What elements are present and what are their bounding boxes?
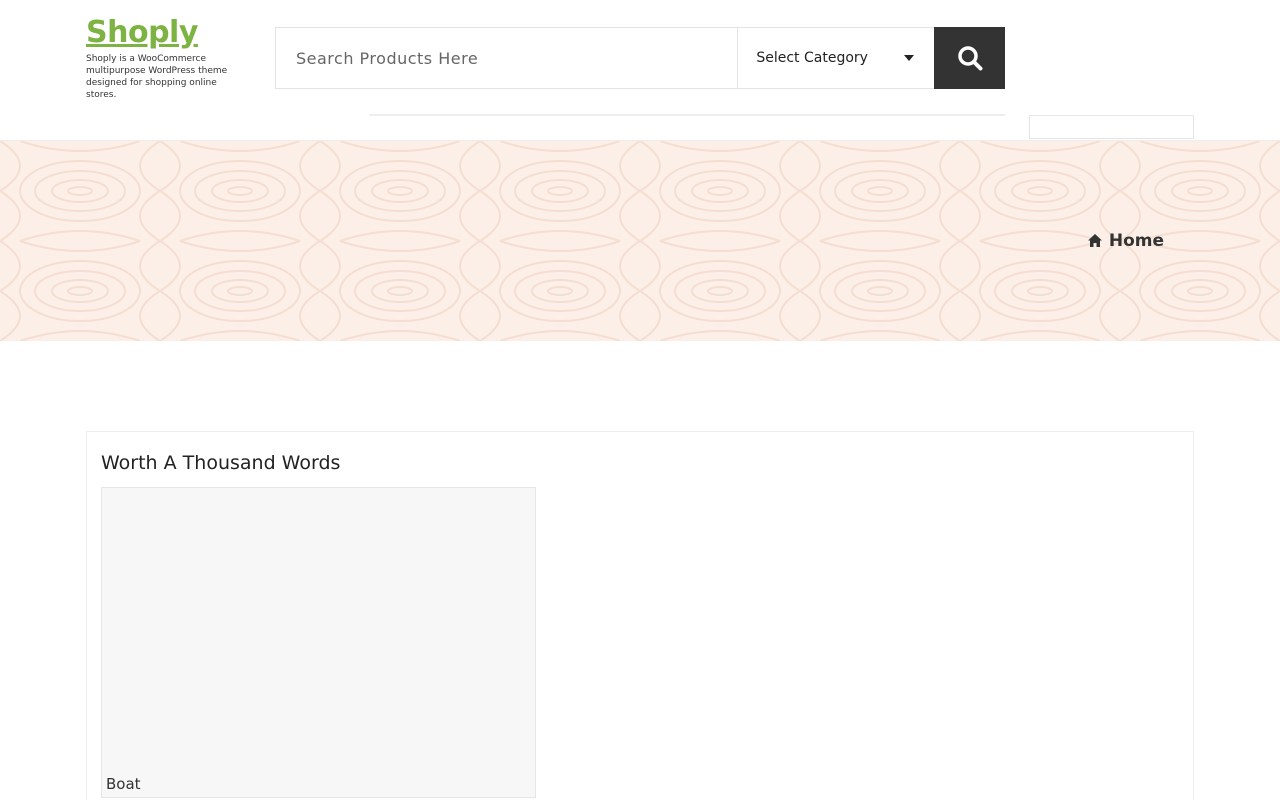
category-select[interactable]: Select Category xyxy=(737,28,934,88)
search-input[interactable] xyxy=(276,28,738,88)
page-banner: Home xyxy=(0,141,1280,341)
home-icon xyxy=(1087,234,1102,247)
gallery-caption: Boat xyxy=(106,775,141,793)
breadcrumb-home-link[interactable]: Home xyxy=(1109,231,1164,251)
site-logo-link[interactable]: Shoply xyxy=(86,16,246,50)
breadcrumb: Home xyxy=(1087,231,1164,251)
search-button[interactable] xyxy=(934,27,1005,89)
gallery-widget: Worth A Thousand Words Boat xyxy=(86,431,1194,800)
primary-nav-divider xyxy=(369,114,1005,116)
caret-down-icon xyxy=(904,55,915,61)
site-branding: Shoply Shoply is a WooCommerce multipurp… xyxy=(86,16,246,101)
search-icon xyxy=(957,46,983,71)
widget-title: Worth A Thousand Words xyxy=(101,452,341,474)
site-header: Shoply Shoply is a WooCommerce multipurp… xyxy=(0,0,1280,141)
site-tagline: Shoply is a WooCommerce multipurpose Wor… xyxy=(86,54,228,100)
gallery-item[interactable]: Boat xyxy=(101,487,536,798)
category-select-label: Select Category xyxy=(756,50,868,66)
header-mini-cart-box[interactable] xyxy=(1029,115,1194,139)
product-search-form: Select Category xyxy=(275,27,1005,89)
